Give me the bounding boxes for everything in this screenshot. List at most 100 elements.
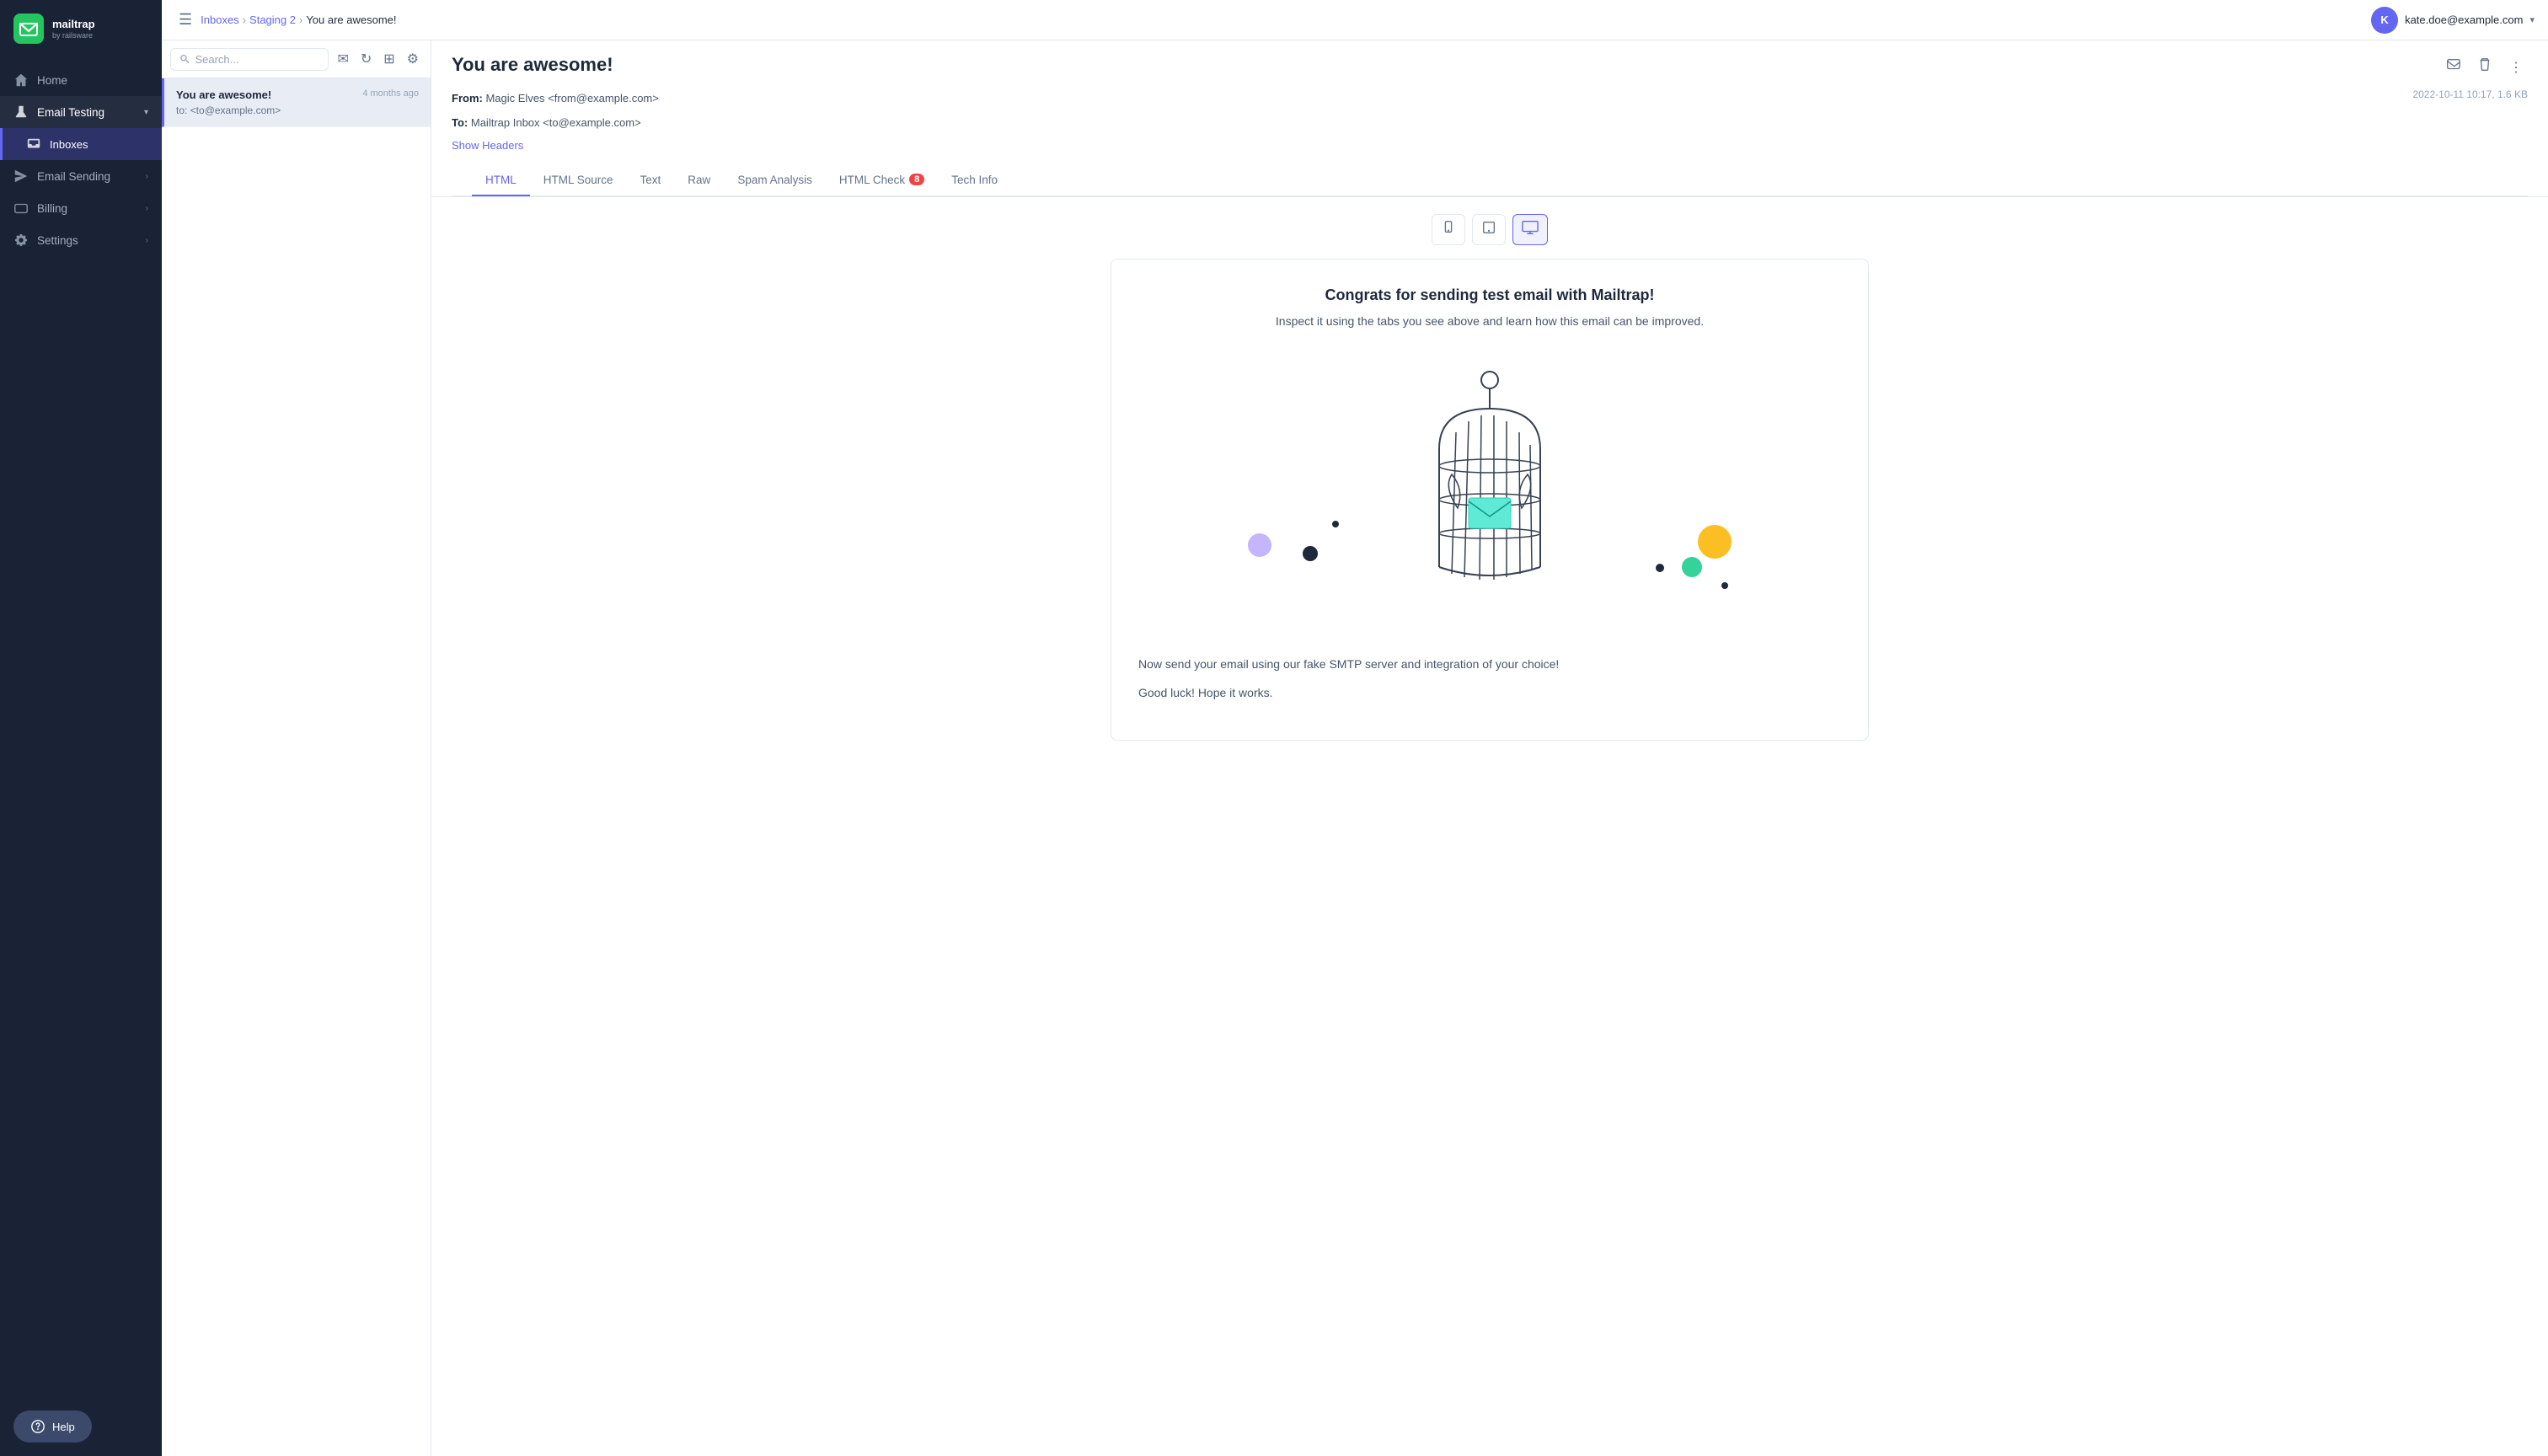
breadcrumb-sep-2: › [299,13,302,26]
sidebar-item-email-testing[interactable]: Email Testing ▾ [0,96,162,128]
cage-illustration [1138,348,1841,634]
sidebar-item-inboxes[interactable]: Inboxes [0,128,162,160]
tab-text[interactable]: Text [627,165,675,196]
from-value: Magic Elves <from@example.com> [485,92,658,104]
chevron-right-icon-billing: › [146,204,148,213]
cage-svg [1405,365,1574,618]
email-list-toolbar: ✉ ↻ ⊞ ⚙ [162,40,431,78]
email-meta-from: From: Magic Elves <from@example.com> [452,88,659,108]
gear-icon [13,233,29,248]
user-menu-chevron[interactable]: ▾ [2529,14,2535,25]
tab-tech-info[interactable]: Tech Info [938,165,1011,196]
mark-read-icon[interactable]: ✉ [334,47,351,71]
to-value: Mailtrap Inbox <to@example.com> [471,116,641,129]
email-date: 2022-10-11 10:17, 1.6 KB [2412,88,2528,100]
email-item-to: to: <to@example.com> [176,104,419,116]
deco-dot-dark [1332,521,1339,527]
tablet-view-button[interactable] [1472,214,1506,245]
refresh-icon[interactable]: ↻ [357,47,375,71]
sidebar-navigation: Home Email Testing ▾ Inboxes Email Se [0,61,162,1397]
tab-html-check[interactable]: HTML Check 8 [826,165,938,196]
user-name: kate.doe@example.com [2405,13,2523,26]
more-options-button[interactable]: ⋮ [2504,56,2528,79]
deco-circle-yellow [1698,525,1732,559]
chevron-right-icon-settings: › [146,236,148,245]
help-button[interactable]: Help [13,1410,92,1443]
tab-html-label: HTML [485,174,517,186]
email-subject: You are awesome! [452,54,613,76]
tab-html-source-label: HTML Source [543,174,613,186]
to-label: To: [452,116,468,129]
sidebar-sub-menu: Inboxes [0,128,162,160]
trash-icon [2477,57,2492,72]
email-item-time: 4 months ago [362,88,419,99]
flask-icon [13,104,29,120]
search-box[interactable] [170,48,329,71]
send-icon [13,169,29,184]
tab-html[interactable]: HTML [472,165,530,196]
topbar-right: K kate.doe@example.com ▾ [2371,7,2535,34]
preview-body2: Good luck! Hope it works. [1138,683,1841,702]
tab-raw[interactable]: Raw [674,165,724,196]
email-detail: You are awesome! [431,40,2548,1456]
from-label: From: [452,92,483,104]
hamburger-menu[interactable]: ☰ [175,8,195,32]
tab-spam-analysis[interactable]: Spam Analysis [724,165,826,196]
user-avatar: K [2371,7,2398,34]
main-content: ☰ Inboxes › Staging 2 › You are awesome!… [162,0,2548,1456]
filter-icon[interactable]: ⊞ [380,47,398,71]
mobile-icon [1441,220,1456,235]
mailtrap-logo-icon [13,13,44,44]
forward-button[interactable] [2440,54,2465,80]
email-list-panel: ✉ ↻ ⊞ ⚙ You are awesome! 4 months ago to… [162,40,431,1456]
settings-icon[interactable]: ⚙ [404,47,422,71]
email-detail-header: You are awesome! [431,40,2548,197]
email-list: You are awesome! 4 months ago to: <to@ex… [162,78,431,1456]
preview-subtitle: Inspect it using the tabs you see above … [1138,314,1841,328]
tab-tech-info-label: Tech Info [951,174,998,186]
breadcrumb-current: You are awesome! [306,13,396,26]
html-check-badge: 8 [909,174,924,185]
sidebar-label-inboxes: Inboxes [50,138,148,151]
desktop-view-button[interactable] [1512,214,1548,245]
email-item-subject: You are awesome! [176,88,271,101]
deco-dot-dark-3 [1721,582,1728,589]
desktop-icon [1522,220,1539,235]
email-meta-to: To: Mailtrap Inbox <to@example.com> [452,113,659,132]
show-headers-link[interactable]: Show Headers [452,139,523,152]
email-preview-content: Congrats for sending test email with Mai… [1111,259,1869,741]
preview-body1: Now send your email using our fake SMTP … [1138,655,1841,673]
breadcrumb-staging[interactable]: Staging 2 [249,13,296,26]
sidebar: mailtrap by railsware Home Email Testing… [0,0,162,1456]
sidebar-label-billing: Billing [37,202,137,215]
sidebar-item-billing[interactable]: Billing › [0,192,162,224]
chevron-right-icon: › [146,172,148,181]
tab-text-label: Text [640,174,661,186]
search-input[interactable] [195,53,319,66]
sidebar-item-email-sending[interactable]: Email Sending › [0,160,162,192]
deco-dot-dark-2 [1656,564,1664,572]
sidebar-item-home[interactable]: Home [0,64,162,96]
deco-circle-purple [1248,533,1271,557]
delete-button[interactable] [2472,54,2497,80]
tab-raw-label: Raw [688,174,710,186]
deco-circle-teal [1682,557,1702,577]
email-body: Congrats for sending test email with Mai… [431,197,2548,1456]
help-label: Help [52,1421,75,1433]
breadcrumb-inboxes[interactable]: Inboxes [201,13,239,26]
sidebar-label-email-sending: Email Sending [37,170,137,183]
email-tabs: HTML HTML Source Text Raw Spam Analysis [452,165,2528,196]
logo-brand: mailtrap [52,18,95,31]
mobile-view-button[interactable] [1432,214,1465,245]
help-icon [30,1419,46,1434]
tab-html-source[interactable]: HTML Source [530,165,627,196]
email-list-item[interactable]: You are awesome! 4 months ago to: <to@ex… [162,78,431,127]
tab-spam-analysis-label: Spam Analysis [737,174,812,186]
sidebar-label-home: Home [37,74,148,87]
chevron-down-icon: ▾ [144,108,148,117]
tablet-icon [1481,220,1496,235]
email-actions: ⋮ [2440,54,2528,80]
sidebar-item-settings[interactable]: Settings › [0,224,162,256]
sidebar-label-settings: Settings [37,234,137,247]
breadcrumb: Inboxes › Staging 2 › You are awesome! [201,13,396,26]
